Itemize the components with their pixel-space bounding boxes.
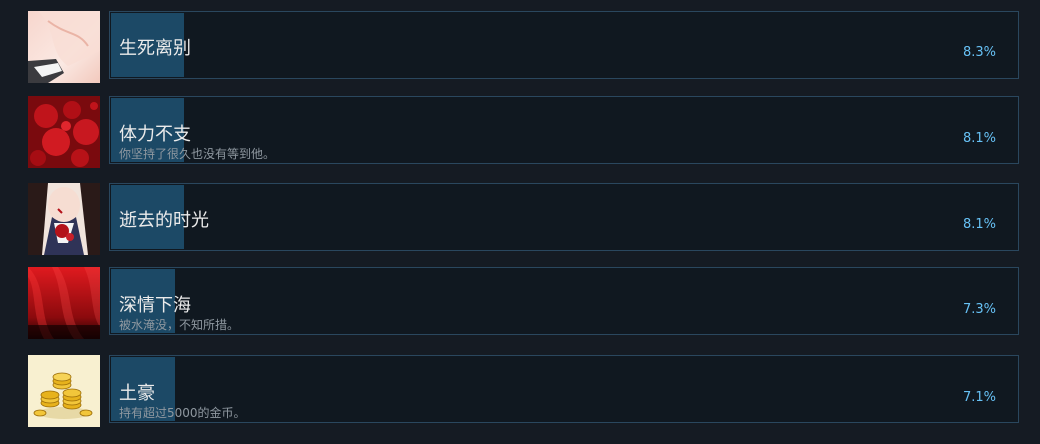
bloodied-girl-icon <box>28 183 100 255</box>
achievement-title: 深情下海 <box>119 295 191 316</box>
achievement-title: 逝去的时光 <box>119 210 209 231</box>
achievement-description: 持有超过5000的金币。 <box>119 406 246 420</box>
achievement-card: 生死离别 8.3% <box>109 11 1019 79</box>
achievement-percent: 7.3% <box>962 302 996 317</box>
achievement-description: 被水淹没，不知所措。 <box>119 318 240 332</box>
achievement-percent: 8.1% <box>962 217 996 232</box>
achievement-title: 生死离别 <box>119 38 191 59</box>
achievement-list: 生死离别 8.3% 体力不支 你坚持了很久也没有等到他。 8.1% 逝去的时光 … <box>0 0 1040 444</box>
gold-coins-icon <box>28 355 100 427</box>
achievement-row[interactable]: 土豪 持有超过5000的金币。 7.1% <box>28 355 1022 427</box>
achievement-description: 你坚持了很久也没有等到他。 <box>119 147 276 161</box>
achievement-percent: 8.3% <box>962 45 996 60</box>
achievement-card: 体力不支 你坚持了很久也没有等到他。 8.1% <box>109 96 1019 164</box>
achievement-row[interactable]: 体力不支 你坚持了很久也没有等到他。 8.1% <box>28 96 1022 168</box>
red-curtain-icon <box>28 267 100 339</box>
achievement-title: 土豪 <box>119 383 155 404</box>
achievement-card: 逝去的时光 8.1% <box>109 183 1019 251</box>
achievement-row[interactable]: 深情下海 被水淹没，不知所措。 7.3% <box>28 267 1022 339</box>
achievement-percent: 8.1% <box>962 131 996 146</box>
achievement-card: 土豪 持有超过5000的金币。 7.1% <box>109 355 1019 423</box>
achievement-title: 体力不支 <box>119 124 191 145</box>
achievement-card: 深情下海 被水淹没，不知所措。 7.3% <box>109 267 1019 335</box>
achievement-row[interactable]: 生死离别 8.3% <box>28 11 1022 83</box>
achievement-percent: 7.1% <box>962 390 996 405</box>
blood-splatter-icon <box>28 96 100 168</box>
pale-sleeve-icon <box>28 11 100 83</box>
achievement-row[interactable]: 逝去的时光 8.1% <box>28 183 1022 255</box>
